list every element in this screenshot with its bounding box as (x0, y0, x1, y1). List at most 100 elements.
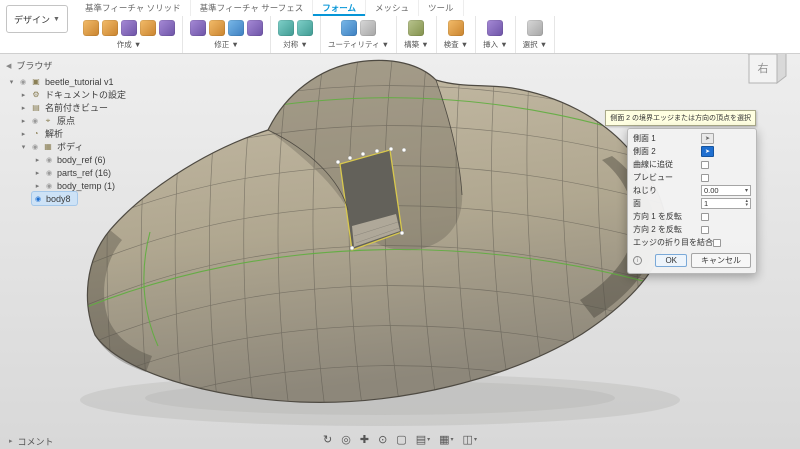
tab-surface[interactable]: 基準フィーチャ サーフェス (191, 0, 314, 16)
browser-title: ブラウザ (16, 59, 52, 72)
modify-tool-icon[interactable] (228, 20, 244, 36)
browser-parts-ref[interactable]: ▸ ◉ parts_ref (16) (32, 166, 117, 179)
orbit-icon[interactable]: ↻ (323, 435, 332, 446)
faces-stepper[interactable]: 1 ▴▾ (701, 198, 751, 209)
caret-right-icon[interactable]: ▸ (34, 169, 41, 177)
modify-tool-icon[interactable] (190, 20, 206, 36)
info-icon[interactable]: i (633, 256, 642, 265)
group-utilities-label[interactable]: ユーティリティ ▼ (328, 38, 389, 52)
stepper-arrows-icon[interactable]: ▴▾ (745, 200, 748, 207)
group-modify-label[interactable]: 修正 ▼ (214, 38, 239, 52)
create-tool-icon[interactable] (159, 20, 175, 36)
zoom-icon[interactable]: ⊙ (378, 435, 387, 446)
browser-collapse-icon[interactable]: ◀ (6, 62, 11, 70)
flip-direction1-checkbox[interactable] (701, 213, 709, 221)
symmetry-tool-icon[interactable] (278, 20, 294, 36)
side1-selection-button[interactable]: ➤ (701, 133, 714, 144)
document-icon: ▣ (31, 77, 41, 86)
caret-right-icon[interactable]: ▸ (20, 130, 27, 138)
browser-item-bodies[interactable]: ▾ ◉ ▦ ボディ (18, 140, 89, 153)
twist-input[interactable]: 0.00 ▾ (701, 185, 751, 196)
twist-value: 0.00 (704, 186, 719, 195)
tab-mesh[interactable]: メッシュ (366, 0, 419, 16)
create-tool-icon[interactable] (121, 20, 137, 36)
utility-tool-icon[interactable] (360, 20, 376, 36)
side2-selection-button[interactable]: ➤ (701, 146, 714, 157)
browser-body8[interactable]: ◉ body8 (32, 192, 77, 205)
look-at-icon[interactable]: ◎ (341, 435, 351, 446)
tab-form[interactable]: フォーム (313, 0, 366, 16)
caret-right-icon[interactable]: ▸ (20, 91, 27, 99)
tab-tools[interactable]: ツール (419, 0, 464, 16)
named-views-icon: ▤ (31, 103, 41, 112)
chevron-down-icon: ▼ (53, 16, 60, 23)
modify-tool-icon[interactable] (247, 20, 263, 36)
symmetry-tool-icon[interactable] (297, 20, 313, 36)
browser-item-document-settings[interactable]: ▸ ⚙ ドキュメントの設定 (18, 88, 132, 101)
browser-body-temp[interactable]: ▸ ◉ body_temp (1) (32, 179, 121, 192)
eye-icon[interactable]: ◉ (45, 182, 53, 190)
fit-icon[interactable]: ▢ (396, 435, 406, 446)
tab-solid[interactable]: 基準フィーチャ ソリッド (76, 0, 191, 16)
group-select-label[interactable]: 選択 ▼ (523, 38, 548, 52)
group-insert-label[interactable]: 挿入 ▼ (483, 38, 508, 52)
caret-down-icon[interactable]: ▾ (20, 143, 27, 151)
group-symmetry-label[interactable]: 対称 ▼ (283, 38, 308, 52)
browser-root-row[interactable]: ▾ ◉ ▣ beetle_tutorial v1 (6, 75, 120, 88)
group-select: 選択 ▼ (516, 16, 556, 53)
utility-tool-icon[interactable] (341, 20, 357, 36)
browser-item-named-views[interactable]: ▸ ▤ 名前付きビュー (18, 101, 114, 114)
eye-icon[interactable]: ◉ (31, 117, 39, 125)
ok-button[interactable]: OK (655, 254, 687, 267)
follow-curve-checkbox[interactable] (701, 161, 709, 169)
insert-tool-icon[interactable] (487, 20, 503, 36)
modify-tool-icon[interactable] (209, 20, 225, 36)
create-tool-icon[interactable] (102, 20, 118, 36)
caret-down-icon[interactable]: ▾ (8, 78, 15, 86)
crease-edges-checkbox[interactable] (713, 239, 721, 247)
viewports-icon[interactable]: ◫▾ (463, 435, 477, 446)
eye-icon[interactable]: ◉ (45, 156, 53, 164)
workspace-label: デザイン (14, 13, 50, 26)
group-create: 作成 ▼ (76, 16, 183, 53)
grid-settings-icon[interactable]: ▦▾ (439, 435, 453, 446)
display-settings-icon[interactable]: ▤▾ (416, 435, 430, 446)
group-inspect-label[interactable]: 検査 ▼ (444, 38, 469, 52)
group-create-label[interactable]: 作成 ▼ (117, 38, 142, 52)
body-label: body8 (46, 194, 71, 204)
origin-icon: ⌖ (43, 116, 53, 126)
bridge-dialog: 側面 1 ➤ 側面 2 ➤ 曲線に追従 プレビュー ねじり 0.00 ▾ 面 1 (627, 128, 757, 274)
preview-checkbox[interactable] (701, 174, 709, 182)
caret-right-icon[interactable]: ▸ (34, 156, 41, 164)
pan-icon[interactable]: ✚ (360, 435, 369, 446)
workspace-selector[interactable]: デザイン ▼ (6, 5, 68, 33)
group-inspect: 検査 ▼ (437, 16, 477, 53)
group-symmetry: 対称 ▼ (271, 16, 321, 53)
item-label: 原点 (57, 114, 75, 127)
flip-direction2-checkbox[interactable] (701, 226, 709, 234)
eye-icon[interactable]: ◉ (19, 78, 27, 86)
select-tool-icon[interactable] (527, 20, 543, 36)
chevron-down-icon[interactable]: ▾ (745, 187, 748, 194)
eye-icon[interactable]: ◉ (31, 143, 39, 151)
caret-right-icon[interactable]: ▸ (20, 104, 27, 112)
group-construct-label[interactable]: 構築 ▼ (404, 38, 429, 52)
body-label: body_ref (6) (57, 155, 106, 165)
browser-item-origin[interactable]: ▸ ◉ ⌖ 原点 (18, 114, 81, 127)
create-tool-icon[interactable] (140, 20, 156, 36)
flip-direction2-label: 方向 2 を反転 (633, 224, 682, 235)
construct-tool-icon[interactable] (408, 20, 424, 36)
eye-icon[interactable]: ◉ (45, 169, 53, 177)
caret-right-icon[interactable]: ▸ (34, 182, 41, 190)
group-modify: 修正 ▼ (183, 16, 271, 53)
caret-right-icon[interactable]: ▸ (20, 117, 27, 125)
inspect-tool-icon[interactable] (448, 20, 464, 36)
eye-icon[interactable]: ◉ (34, 195, 42, 203)
flip-direction1-label: 方向 1 を反転 (633, 211, 682, 222)
comments-bar[interactable]: ▸ コメント (0, 433, 63, 449)
create-tool-icon[interactable] (83, 20, 99, 36)
browser-body-ref[interactable]: ▸ ◉ body_ref (6) (32, 153, 112, 166)
browser-panel: ◀ ブラウザ ▾ ◉ ▣ beetle_tutorial v1 ▸ ⚙ ドキュメ… (6, 59, 191, 205)
browser-item-analysis[interactable]: ▸ ◔ 解析 (18, 127, 69, 140)
cancel-button[interactable]: キャンセル (691, 253, 751, 268)
